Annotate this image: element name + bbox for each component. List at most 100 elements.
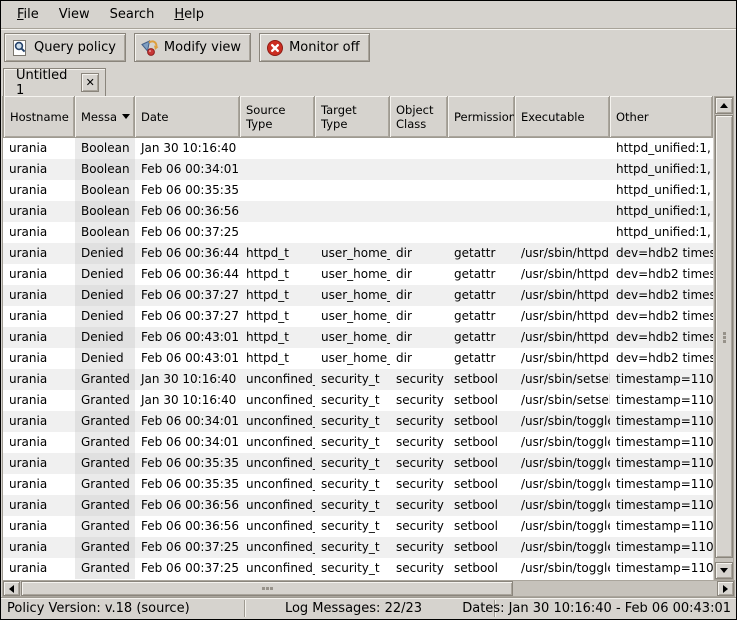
scroll-right-button[interactable] — [717, 581, 734, 596]
column-header-executable[interactable]: Executable — [515, 96, 610, 138]
menu-search[interactable]: Search — [100, 4, 165, 25]
table-cell: urania — [3, 390, 75, 411]
table-row[interactable]: uraniaDeniedFeb 06 00:43:01httpd_tuser_h… — [3, 327, 713, 348]
table-cell — [240, 180, 315, 201]
table-cell: Feb 06 00:37:25 — [135, 558, 240, 579]
table-cell: dir — [390, 327, 448, 348]
table-cell: /usr/sbin/setseb — [515, 390, 610, 411]
column-header-other[interactable]: Other — [610, 96, 713, 138]
table-row[interactable]: uraniaGrantedFeb 06 00:35:35unconfined_s… — [3, 453, 713, 474]
table-row[interactable]: uraniaBooleanFeb 06 00:36:56httpd_unifie… — [3, 201, 713, 222]
scroll-up-button[interactable] — [715, 97, 733, 114]
grip-icon — [262, 587, 265, 590]
table-cell: Feb 06 00:43:01 — [135, 348, 240, 369]
table-cell: dir — [390, 243, 448, 264]
column-header-date[interactable]: Date — [135, 96, 240, 138]
horizontal-scrollbar[interactable] — [2, 580, 735, 597]
table-row[interactable]: uraniaGrantedFeb 06 00:37:25unconfined_s… — [3, 558, 713, 579]
table-cell: Jan 30 10:16:40 — [135, 369, 240, 390]
table-cell: urania — [3, 201, 75, 222]
table-cell: unconfined_ — [240, 453, 315, 474]
table-cell: urania — [3, 285, 75, 306]
table-cell: unconfined_ — [240, 390, 315, 411]
arrow-down-icon — [720, 568, 728, 573]
table-cell: Boolean — [75, 222, 135, 243]
table-row[interactable]: uraniaBooleanFeb 06 00:37:25httpd_unifie… — [3, 222, 713, 243]
table-row[interactable]: uraniaGrantedFeb 06 00:34:01unconfined_s… — [3, 432, 713, 453]
table-cell: Denied — [75, 348, 135, 369]
query-policy-icon — [11, 39, 29, 57]
table-cell: timestamp=11071 — [610, 369, 713, 390]
scroll-down-button[interactable] — [715, 562, 733, 579]
table-cell: setbool — [448, 411, 515, 432]
modify-view-button[interactable]: Modify view — [134, 33, 251, 62]
table-cell — [390, 222, 448, 243]
table-cell: urania — [3, 516, 75, 537]
column-header-hostname[interactable]: Hostname — [3, 96, 75, 138]
column-header-target-type[interactable]: Target Type — [315, 96, 390, 138]
table-cell: urania — [3, 222, 75, 243]
menu-view[interactable]: View — [49, 4, 100, 25]
query-policy-button[interactable]: Query policy — [4, 33, 126, 62]
table-cell: urania — [3, 453, 75, 474]
table-cell: /usr/sbin/toggle — [515, 432, 610, 453]
vertical-scrollbar[interactable] — [714, 96, 734, 580]
tab-label: Untitled 1 — [16, 68, 71, 98]
table-cell: urania — [3, 159, 75, 180]
table-cell — [515, 222, 610, 243]
scroll-left-button[interactable] — [3, 581, 20, 596]
table-cell: security_t — [315, 495, 390, 516]
menu-help[interactable]: Help — [164, 4, 214, 25]
horizontal-scrollbar-thumb[interactable] — [21, 581, 513, 596]
monitor-off-button[interactable]: Monitor off — [259, 33, 369, 62]
column-header-source-type[interactable]: Source Type — [240, 96, 315, 138]
table-cell: Granted — [75, 558, 135, 579]
column-header-label: Permission — [454, 110, 515, 124]
table-row[interactable]: uraniaBooleanFeb 06 00:34:01httpd_unifie… — [3, 159, 713, 180]
table-row[interactable]: uraniaGrantedJan 30 10:16:40unconfined_s… — [3, 390, 713, 411]
table-row[interactable]: uraniaDeniedFeb 06 00:37:27httpd_tuser_h… — [3, 285, 713, 306]
table-cell: security — [390, 411, 448, 432]
table-cell: timestamp=11076 — [610, 495, 713, 516]
table-row[interactable]: uraniaDeniedFeb 06 00:37:27httpd_tuser_h… — [3, 306, 713, 327]
table-cell — [390, 180, 448, 201]
table-cell: security_t — [315, 474, 390, 495]
table-cell: timestamp=11076 — [610, 537, 713, 558]
table-cell: setbool — [448, 558, 515, 579]
table-row[interactable]: uraniaGrantedFeb 06 00:36:56unconfined_s… — [3, 495, 713, 516]
policy-version-status: Policy Version: v.18 (source) — [7, 601, 190, 616]
table-cell: urania — [3, 369, 75, 390]
column-header-messa[interactable]: Messa — [75, 96, 135, 138]
table-row[interactable]: uraniaDeniedFeb 06 00:36:44httpd_tuser_h… — [3, 264, 713, 285]
table-row[interactable]: uraniaBooleanFeb 06 00:35:35httpd_unifie… — [3, 180, 713, 201]
table-row[interactable]: uraniaGrantedFeb 06 00:35:35unconfined_s… — [3, 474, 713, 495]
column-header-label: Other — [616, 110, 649, 124]
column-header-object-class[interactable]: Object Class — [390, 96, 448, 138]
table-cell: httpd_unified:1, h — [610, 222, 713, 243]
table-cell: Granted — [75, 474, 135, 495]
vertical-scrollbar-thumb[interactable] — [715, 115, 733, 558]
table-row[interactable]: uraniaDeniedFeb 06 00:36:44httpd_tuser_h… — [3, 243, 713, 264]
table-row[interactable]: uraniaGrantedFeb 06 00:34:01unconfined_s… — [3, 411, 713, 432]
table-cell: urania — [3, 432, 75, 453]
column-header-label: Source Type — [246, 103, 286, 131]
table-cell: urania — [3, 264, 75, 285]
close-icon — [86, 75, 95, 90]
table-cell — [390, 138, 448, 159]
table-row[interactable]: uraniaDeniedFeb 06 00:43:01httpd_tuser_h… — [3, 348, 713, 369]
table-cell: getattr — [448, 264, 515, 285]
table-cell — [315, 180, 390, 201]
column-header-permission[interactable]: Permission — [448, 96, 515, 138]
log-messages-status: Log Messages: 22/23 — [251, 601, 456, 616]
tab-untitled-1[interactable]: Untitled 1 — [3, 68, 106, 96]
table-cell: Feb 06 00:37:27 — [135, 285, 240, 306]
table-row[interactable]: uraniaGrantedFeb 06 00:37:25unconfined_s… — [3, 537, 713, 558]
menu-file[interactable]: File — [7, 4, 49, 25]
table-row[interactable]: uraniaGrantedJan 30 10:16:40unconfined_s… — [3, 369, 713, 390]
table-row[interactable]: uraniaBooleanJan 30 10:16:40httpd_unifie… — [3, 138, 713, 159]
table-row[interactable]: uraniaGrantedFeb 06 00:36:56unconfined_s… — [3, 516, 713, 537]
column-header-label: Object Class — [396, 103, 433, 131]
tab-close-button[interactable] — [81, 73, 99, 92]
table-cell: unconfined_ — [240, 411, 315, 432]
table-cell: dev=hdb2 timesta — [610, 285, 713, 306]
